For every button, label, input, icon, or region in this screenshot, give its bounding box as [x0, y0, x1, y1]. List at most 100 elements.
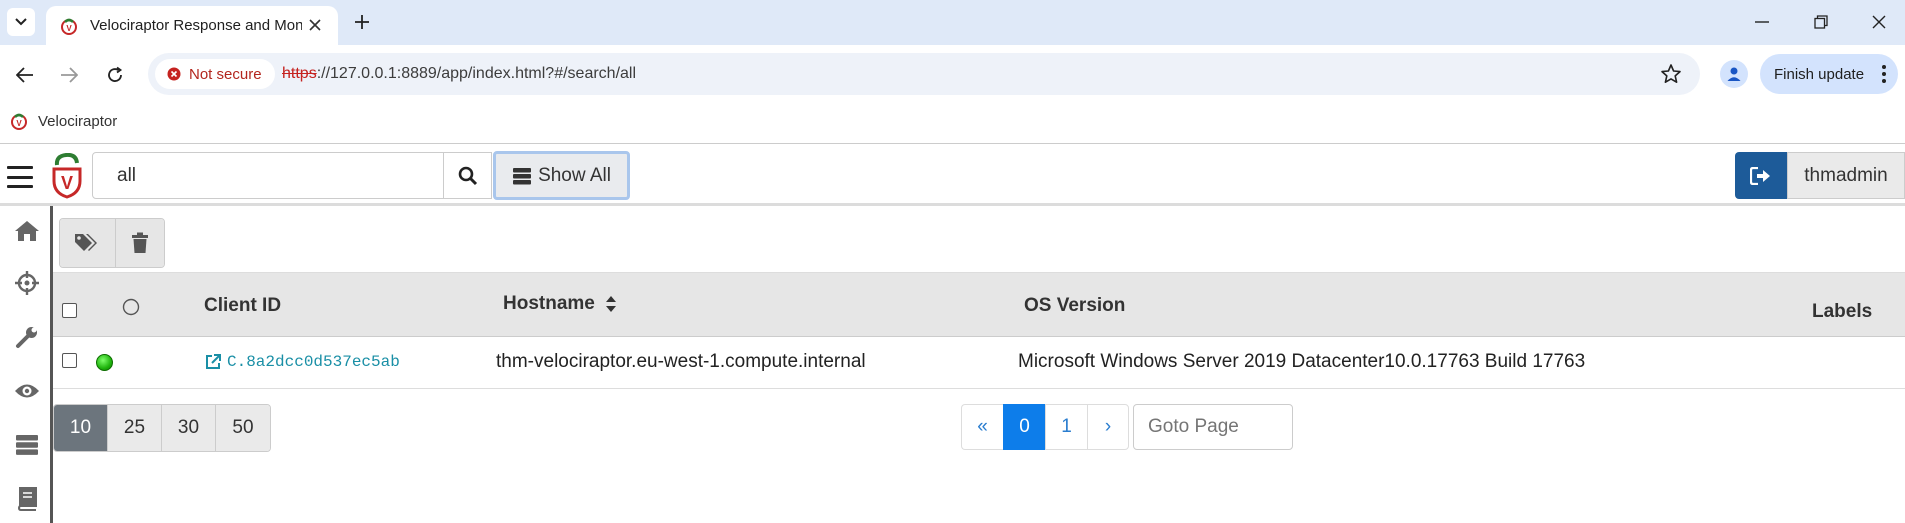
- forward-button[interactable]: [54, 60, 84, 90]
- minimize-icon: [1755, 21, 1769, 23]
- sidebar-item-home[interactable]: [14, 218, 40, 244]
- status-circle-icon: [122, 298, 140, 316]
- finish-update-button[interactable]: Finish update: [1760, 54, 1898, 94]
- profile-button[interactable]: [1720, 60, 1748, 88]
- crosshairs-icon: [15, 271, 39, 295]
- plus-icon: [355, 15, 369, 29]
- browser-tab-active[interactable]: V Velociraptor Response and Monitoring: [46, 6, 338, 45]
- home-icon: [15, 221, 39, 241]
- finish-update-label: Finish update: [1774, 65, 1865, 83]
- search-icon: [458, 166, 477, 185]
- hostname-cell: thm-velociraptor.eu-west-1.compute.inter…: [496, 351, 866, 372]
- security-chip[interactable]: Not secure: [155, 59, 275, 89]
- close-icon: [1872, 15, 1886, 29]
- pagination: « 0 1 ›: [961, 404, 1293, 450]
- chevron-down-icon: [15, 18, 27, 26]
- book-icon: [17, 487, 37, 511]
- sidebar-item-monitoring[interactable]: [14, 378, 40, 404]
- menu-toggle-icon[interactable]: [7, 166, 33, 188]
- person-icon: [1727, 67, 1741, 81]
- goto-page-input[interactable]: [1133, 404, 1293, 450]
- reload-button[interactable]: [100, 60, 130, 90]
- table-row[interactable]: C.8a2dcc0d537ec5ab thm-velociraptor.eu-w…: [53, 337, 1905, 389]
- tab-list-button[interactable]: [7, 8, 35, 36]
- eye-icon: [15, 384, 39, 398]
- username: thmadmin: [1804, 164, 1888, 186]
- column-header-os-version: OS Version: [1024, 295, 1126, 316]
- delete-clients-button[interactable]: [116, 219, 164, 267]
- not-secure-icon: [167, 67, 181, 81]
- sign-out-icon: [1750, 166, 1770, 185]
- column-header-hostname-sort[interactable]: Hostname: [503, 293, 617, 315]
- svg-text:V: V: [66, 24, 72, 33]
- column-header-hostname: Hostname: [503, 293, 595, 314]
- column-header-client-id: Client ID: [204, 295, 282, 316]
- os-version-cell: Microsoft Windows Server 2019 Datacenter…: [1018, 351, 1586, 372]
- arrow-left-icon: [16, 67, 33, 83]
- select-all-checkbox[interactable]: [62, 303, 77, 318]
- trash-icon: [132, 232, 148, 253]
- client-search-input[interactable]: [92, 152, 444, 199]
- first-page-button[interactable]: «: [961, 404, 1003, 450]
- client-id: C.8a2dcc0d537ec5ab: [227, 353, 400, 371]
- more-vertical-icon: [1882, 65, 1886, 83]
- row-checkbox[interactable]: [62, 353, 77, 368]
- show-all-label: Show All: [538, 164, 611, 186]
- sidebar-item-artifacts[interactable]: [14, 324, 40, 350]
- online-status-icon: [96, 354, 113, 371]
- wrench-icon: [16, 327, 37, 348]
- page-button-1[interactable]: 1: [1045, 404, 1087, 450]
- page-button-0[interactable]: 0: [1003, 404, 1045, 450]
- page-size-25[interactable]: 25: [108, 405, 162, 451]
- velociraptor-logo-icon: V: [52, 153, 82, 199]
- column-header-labels: Labels: [1812, 301, 1873, 322]
- external-link-icon: [206, 354, 221, 369]
- sort-icon: [605, 296, 616, 312]
- restore-icon: [1814, 15, 1828, 29]
- restore-button[interactable]: [1806, 8, 1836, 36]
- sidebar-item-notebooks[interactable]: [14, 486, 40, 512]
- client-id-link[interactable]: C.8a2dcc0d537ec5ab: [205, 353, 400, 371]
- clients-table-header: Client ID Hostname OS Version Labels: [53, 272, 1905, 337]
- main-content: Client ID Hostname OS Version Labels C.8…: [53, 206, 1905, 523]
- velociraptor-favicon-icon: V: [61, 18, 77, 35]
- search-button[interactable]: [444, 152, 492, 199]
- close-window-button[interactable]: [1864, 8, 1894, 36]
- sidebar-item-server[interactable]: [14, 432, 40, 458]
- back-button[interactable]: [10, 60, 40, 90]
- url-path: ://127.0.0.1:8889/app/index.html?#/searc…: [316, 65, 637, 82]
- logout-button[interactable]: [1735, 152, 1787, 199]
- tab-close-icon[interactable]: [306, 16, 324, 34]
- url-scheme: https: [282, 65, 317, 82]
- tags-icon: [74, 234, 97, 251]
- bookmark-label: Velociraptor: [38, 112, 118, 130]
- new-tab-button[interactable]: [349, 9, 375, 35]
- user-menu-button[interactable]: thmadmin: [1787, 152, 1905, 199]
- browser-toolbar: Not secure https://127.0.0.1:8889/app/in…: [0, 45, 1905, 104]
- label-clients-button[interactable]: [60, 219, 116, 267]
- show-all-button[interactable]: Show All: [493, 151, 630, 200]
- server-icon: [513, 167, 532, 184]
- svg-text:V: V: [61, 173, 73, 193]
- address-bar[interactable]: Not secure https://127.0.0.1:8889/app/in…: [148, 53, 1700, 95]
- page-size-50[interactable]: 50: [216, 405, 270, 451]
- velociraptor-favicon-icon: V: [11, 113, 27, 130]
- svg-text:V: V: [16, 119, 22, 128]
- bookmarks-bar: V Velociraptor: [0, 104, 1905, 144]
- next-page-button[interactable]: ›: [1087, 404, 1129, 450]
- bookmark-star-icon[interactable]: [1660, 63, 1682, 85]
- browser-tabstrip: V Velociraptor Response and Monitoring: [0, 0, 1905, 45]
- tab-title: Velociraptor Response and Monitoring: [90, 17, 302, 34]
- app-navbar: V Show All thmadmin: [0, 146, 1905, 206]
- arrow-right-icon: [61, 67, 78, 83]
- security-chip-label: Not secure: [189, 65, 262, 83]
- reload-icon: [108, 66, 123, 82]
- page-size-selector: 10 25 30 50: [53, 404, 271, 452]
- page-size-10[interactable]: 10: [54, 405, 108, 451]
- row-action-toolbar: [59, 218, 165, 268]
- url-text[interactable]: https://127.0.0.1:8889/app/index.html?#/…: [282, 65, 636, 83]
- page-size-30[interactable]: 30: [162, 405, 216, 451]
- sidebar-item-hunt-manager[interactable]: [14, 270, 40, 296]
- minimize-button[interactable]: [1747, 8, 1777, 36]
- bookmark-velociraptor[interactable]: V Velociraptor: [10, 112, 117, 130]
